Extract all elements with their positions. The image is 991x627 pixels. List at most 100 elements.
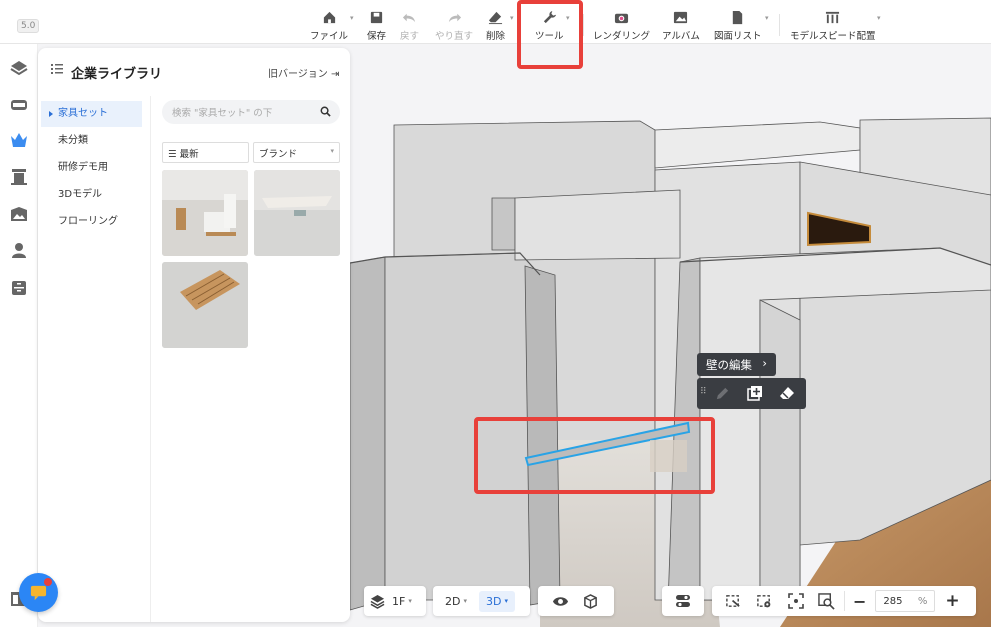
search-placeholder: 検索 "家具セット" の下 — [172, 108, 273, 119]
view-2d-button[interactable]: 2D ▾ — [445, 595, 467, 608]
category-item[interactable]: フローリング — [41, 209, 142, 235]
top-toolbar: 5.0 ファイル ▾ 保存 戻す やり直す 削除 ▾ ツール ▾ レンダリング … — [0, 0, 991, 44]
building-icon[interactable] — [9, 166, 29, 186]
model-speed-dropdown-icon[interactable]: ▾ — [877, 14, 881, 22]
save-label: 保存 — [367, 31, 387, 42]
rendering-label: レンダリング — [593, 31, 651, 42]
product-thumbnail[interactable] — [162, 170, 248, 256]
category-list: 家具セット 未分類 研修デモ用 3Dモデル フローリング — [38, 96, 151, 622]
drawing-list-button[interactable]: 図面リスト — [714, 10, 762, 42]
chat-icon — [30, 585, 47, 601]
model-speed-button[interactable]: モデルスピード配置 — [790, 10, 876, 42]
sort-select[interactable]: ☰ 最新 — [162, 142, 249, 163]
furniture-set-image — [162, 262, 248, 348]
search-input[interactable]: 検索 "家具セット" の下 — [162, 100, 340, 124]
toggle-icon — [676, 595, 690, 607]
landscape-icon[interactable] — [9, 204, 29, 224]
delete-dropdown-icon[interactable]: ▾ — [510, 14, 514, 22]
floor-selector[interactable]: 1F ▾ — [364, 586, 426, 616]
sort-icon: ☰ — [168, 149, 177, 160]
furniture-icon[interactable] — [9, 94, 29, 114]
redo-label: やり直す — [435, 31, 474, 42]
cabinet-icon[interactable] — [9, 278, 29, 298]
album-label: アルバム — [662, 31, 700, 42]
settings-toggle[interactable] — [662, 586, 704, 616]
file-label: ファイル — [310, 31, 349, 42]
notification-badge — [44, 578, 52, 586]
undo-button[interactable]: 戻す — [400, 10, 419, 42]
product-thumbnail[interactable] — [254, 170, 340, 256]
enterprise-crown-icon[interactable] — [9, 130, 29, 150]
view-3d-button[interactable]: 3D ▾ — [478, 590, 515, 612]
zoom-out-button[interactable]: − — [853, 592, 866, 611]
eraser-icon — [488, 11, 503, 25]
fit-view-icon[interactable] — [788, 593, 804, 609]
tools-highlight-box — [517, 0, 583, 69]
document-icon — [733, 10, 743, 25]
eraser-icon[interactable] — [779, 385, 795, 401]
view-2d-label: 2D — [445, 594, 461, 608]
category-item[interactable]: 研修デモ用 — [41, 155, 142, 181]
zoom-in-button[interactable]: + — [945, 591, 959, 611]
enterprise-library-panel: 企業ライブラリ 旧バージョン ⇥ 家具セット 未分類 研修デモ用 3Dモデル フ… — [38, 48, 350, 622]
view-mode-switch: 2D ▾ 3D ▾ — [433, 586, 530, 616]
zoom-value: 285 — [883, 595, 903, 607]
drawing-list-dropdown-icon[interactable]: ▾ — [765, 14, 769, 22]
wall-highlight-box — [474, 417, 715, 494]
drag-handle-icon[interactable]: ⠿ — [700, 387, 707, 397]
chevron-down-icon: ▾ — [330, 147, 334, 155]
display-tools — [538, 586, 614, 616]
delete-label: 削除 — [486, 31, 506, 42]
category-item[interactable]: 3Dモデル — [41, 182, 142, 208]
old-version-link[interactable]: 旧バージョン ⇥ — [268, 65, 339, 80]
product-thumbnail[interactable] — [162, 262, 248, 348]
user-icon[interactable] — [9, 240, 29, 260]
wall-edit-button[interactable]: 壁の編集 › — [697, 353, 776, 376]
columns-icon — [826, 11, 840, 24]
chat-button[interactable] — [19, 573, 58, 612]
file-button[interactable]: ファイル — [310, 10, 348, 42]
layers-icon — [370, 594, 385, 609]
camera-icon — [614, 13, 629, 24]
zoom-area-icon[interactable] — [818, 592, 835, 610]
sort-label: 最新 — [179, 149, 199, 160]
camera-zoom-tools: − 285 % + — [712, 586, 976, 616]
add-copy-icon[interactable] — [747, 385, 763, 401]
view-settings-icon[interactable] — [756, 593, 773, 610]
pencil-icon[interactable] — [715, 386, 730, 401]
zoom-input[interactable]: 285 % — [875, 590, 936, 612]
wall-edit-label: 壁の編集 — [706, 358, 752, 372]
version-badge: 5.0 — [17, 19, 40, 33]
chevron-down-icon: ▾ — [408, 597, 412, 605]
rendering-button[interactable]: レンダリング — [593, 10, 650, 42]
redo-button[interactable]: やり直す — [435, 10, 473, 42]
save-button[interactable]: 保存 — [367, 10, 386, 42]
delete-button[interactable]: 削除 — [486, 10, 505, 42]
save-icon — [370, 11, 383, 24]
undo-label: 戻す — [400, 31, 420, 42]
eye-icon[interactable] — [552, 594, 569, 609]
cube-icon[interactable] — [583, 593, 598, 609]
toolbar-divider — [583, 14, 584, 36]
view-rotate-icon[interactable] — [725, 593, 742, 610]
chevron-right-icon: › — [762, 356, 767, 370]
floorplan-icon[interactable] — [9, 58, 29, 78]
brand-select[interactable]: ブランド ▾ — [253, 142, 340, 163]
model-speed-label: モデルスピード配置 — [790, 31, 876, 42]
old-version-label: 旧バージョン — [268, 69, 328, 80]
search-icon[interactable] — [320, 106, 331, 117]
redo-icon — [448, 13, 461, 23]
list-icon[interactable] — [51, 62, 63, 76]
file-dropdown-icon[interactable]: ▾ — [350, 14, 354, 22]
category-item[interactable]: 家具セット — [41, 101, 142, 127]
picture-icon — [674, 11, 688, 24]
drawing-list-label: 図面リスト — [714, 31, 762, 42]
brand-label: ブランド — [259, 149, 298, 160]
view-3d-label: 3D — [485, 594, 502, 608]
toolbar-divider — [779, 14, 780, 36]
album-button[interactable]: アルバム — [662, 10, 700, 42]
floor-label: 1F — [392, 594, 406, 608]
chevron-down-icon: ▾ — [504, 597, 508, 605]
category-item[interactable]: 未分類 — [41, 128, 142, 154]
toolbar-divider — [844, 591, 845, 611]
